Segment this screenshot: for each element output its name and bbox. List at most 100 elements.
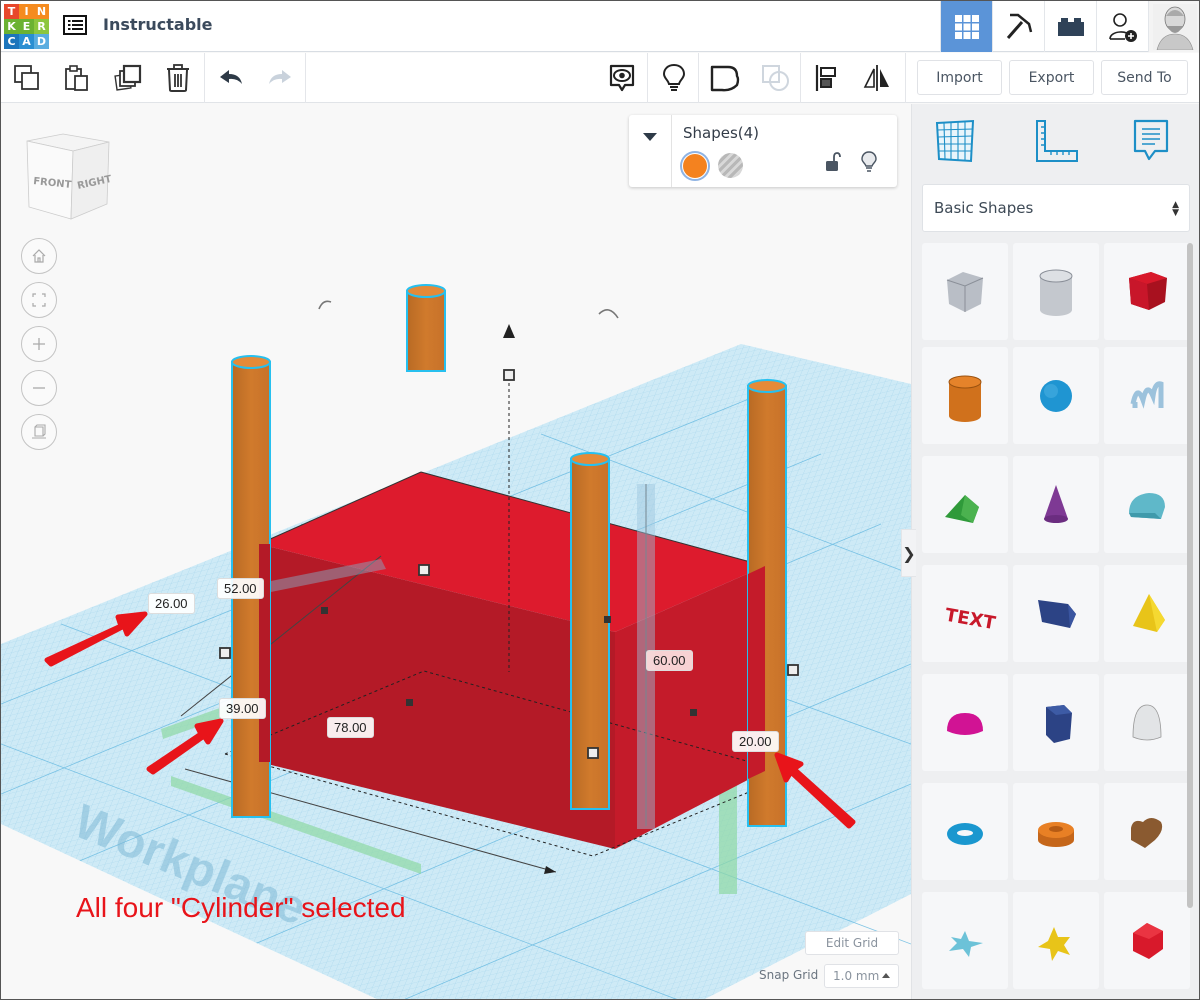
project-title[interactable]: Instructable (103, 15, 213, 34)
invite-user-button[interactable] (1096, 1, 1148, 52)
ruler-tab[interactable] (1032, 116, 1082, 166)
shape-tile-box[interactable] (1104, 243, 1190, 340)
edit-grid-button[interactable]: Edit Grid (805, 931, 899, 955)
align-button[interactable] (810, 61, 844, 95)
notes-tab[interactable] (1126, 116, 1176, 166)
shape-tile-roof[interactable] (922, 456, 1008, 553)
mirror-button[interactable] (860, 61, 894, 95)
inspector-collapse-button[interactable] (629, 115, 672, 187)
shape-tile-pyramid[interactable] (1104, 565, 1190, 662)
wedge-icon (1038, 599, 1076, 628)
shape-tile-cylinder-hole[interactable] (1013, 243, 1099, 340)
shape-tile-scribble[interactable] (1104, 347, 1190, 444)
dimension-label[interactable]: 26.00 (148, 593, 195, 614)
duplicate-button[interactable] (111, 61, 145, 95)
polygon-icon (1046, 704, 1072, 743)
rotate-handle-icon[interactable] (318, 300, 332, 310)
scribble-icon (1130, 380, 1164, 409)
shape-tile-round-roof[interactable] (1104, 456, 1190, 553)
solid-color-button[interactable] (680, 151, 710, 181)
workplane-viewport[interactable]: Workplane FRONT RIGHT Shapes(4) 26.00 52… (1, 104, 911, 1000)
shape-tile-torus[interactable] (922, 783, 1008, 880)
shape-tile-polygon[interactable] (1013, 674, 1099, 771)
box-icon (1129, 271, 1167, 310)
view-cube[interactable]: FRONT RIGHT (23, 129, 118, 224)
group-icon (710, 65, 740, 92)
home-view-button[interactable] (21, 238, 57, 274)
panel-collapse-button[interactable]: ❯ (901, 529, 916, 577)
shape-tile-text[interactable]: TEXT (922, 565, 1008, 662)
ungroup-button[interactable] (759, 61, 793, 95)
bricks-view-button[interactable] (1044, 1, 1096, 52)
lightbulb-icon (662, 63, 686, 91)
roof-icon (945, 494, 979, 523)
3d-scene[interactable]: Workplane (1, 104, 911, 1000)
copy-button[interactable] (10, 61, 44, 95)
codeblocks-view-button[interactable] (992, 1, 1044, 52)
lock-button[interactable] (825, 151, 841, 173)
view-cube-icon: FRONT RIGHT (26, 133, 113, 220)
redo-button[interactable] (263, 61, 297, 95)
group-button[interactable] (708, 61, 742, 95)
shape-tile-wedge[interactable] (1013, 565, 1099, 662)
dimension-label[interactable]: 52.00 (217, 578, 264, 599)
logo-letter: A (19, 34, 34, 49)
3d-design-view-button[interactable] (940, 1, 992, 52)
add-user-icon (1108, 12, 1137, 42)
shape-tile-sphere[interactable] (1013, 347, 1099, 444)
minus-icon (33, 387, 45, 389)
rotate-handle-icon[interactable] (598, 309, 619, 319)
light-button[interactable] (657, 61, 691, 95)
height-dimension-label[interactable]: 60.00 (646, 650, 693, 671)
fit-view-button[interactable] (21, 282, 57, 318)
cylinder-back[interactable] (406, 284, 446, 372)
zoom-in-button[interactable] (21, 326, 57, 362)
chevron-right-icon: ❯ (902, 543, 916, 563)
elevation-dimension-label[interactable]: 20.00 (732, 731, 779, 752)
shape-tile-heart[interactable] (1104, 783, 1190, 880)
delete-button[interactable] (161, 61, 195, 95)
shape-tile-paraboloid[interactable] (1104, 674, 1190, 771)
shape-tile-tube[interactable] (1013, 783, 1099, 880)
dimension-label[interactable]: 39.00 (219, 698, 266, 719)
zoom-out-button[interactable] (21, 370, 57, 406)
shape-tile-cone[interactable] (1013, 456, 1099, 553)
workplane-grid-icon (935, 119, 975, 163)
send-to-button[interactable]: Send To (1101, 60, 1188, 95)
undo-button[interactable] (214, 61, 248, 95)
shape-tile-star[interactable] (922, 892, 1008, 989)
shape-tile-cylinder[interactable] (922, 347, 1008, 444)
show-all-button[interactable] (605, 61, 639, 95)
export-button[interactable]: Export (1009, 60, 1094, 95)
shape-library-select[interactable]: Basic Shapes ▲ ▼ (922, 184, 1190, 232)
design-list-button[interactable] (63, 14, 89, 38)
shape-tile-half-sphere[interactable] (922, 674, 1008, 771)
logo-letter: K (4, 19, 19, 34)
lift-handle-icon[interactable] (503, 324, 515, 338)
logo-letter: T (4, 4, 19, 19)
perspective-toggle-button[interactable] (21, 414, 57, 450)
eye-bubble-icon (609, 64, 635, 92)
caret-up-icon (882, 973, 890, 978)
shape-tile-icosahedron[interactable] (1104, 892, 1190, 989)
paste-icon (65, 65, 88, 91)
tinkercad-logo[interactable]: TINKERCAD (4, 4, 50, 50)
hole-button[interactable] (718, 153, 743, 178)
shape-tile-star-six-point[interactable] (1013, 892, 1099, 989)
dimension-label[interactable]: 78.00 (327, 717, 374, 738)
hide-button[interactable] (861, 151, 877, 173)
shape-tile-box-hole[interactable] (922, 243, 1008, 340)
profile-avatar[interactable] (1148, 1, 1199, 52)
svg-text:TEXT: TEXT (943, 604, 997, 634)
shape-grid-scrollbar[interactable] (1187, 243, 1193, 908)
logo-letter: R (34, 19, 49, 34)
workplane-tab[interactable] (930, 116, 980, 166)
brick-icon (1057, 17, 1084, 36)
import-button[interactable]: Import (917, 60, 1002, 95)
round-roof-icon (1129, 492, 1165, 519)
half-sphere-icon (947, 712, 983, 735)
paste-button[interactable] (60, 61, 94, 95)
snap-grid-select[interactable]: 1.0 mm (824, 964, 899, 988)
torus-icon (947, 822, 983, 845)
avatar-image (1153, 3, 1197, 50)
